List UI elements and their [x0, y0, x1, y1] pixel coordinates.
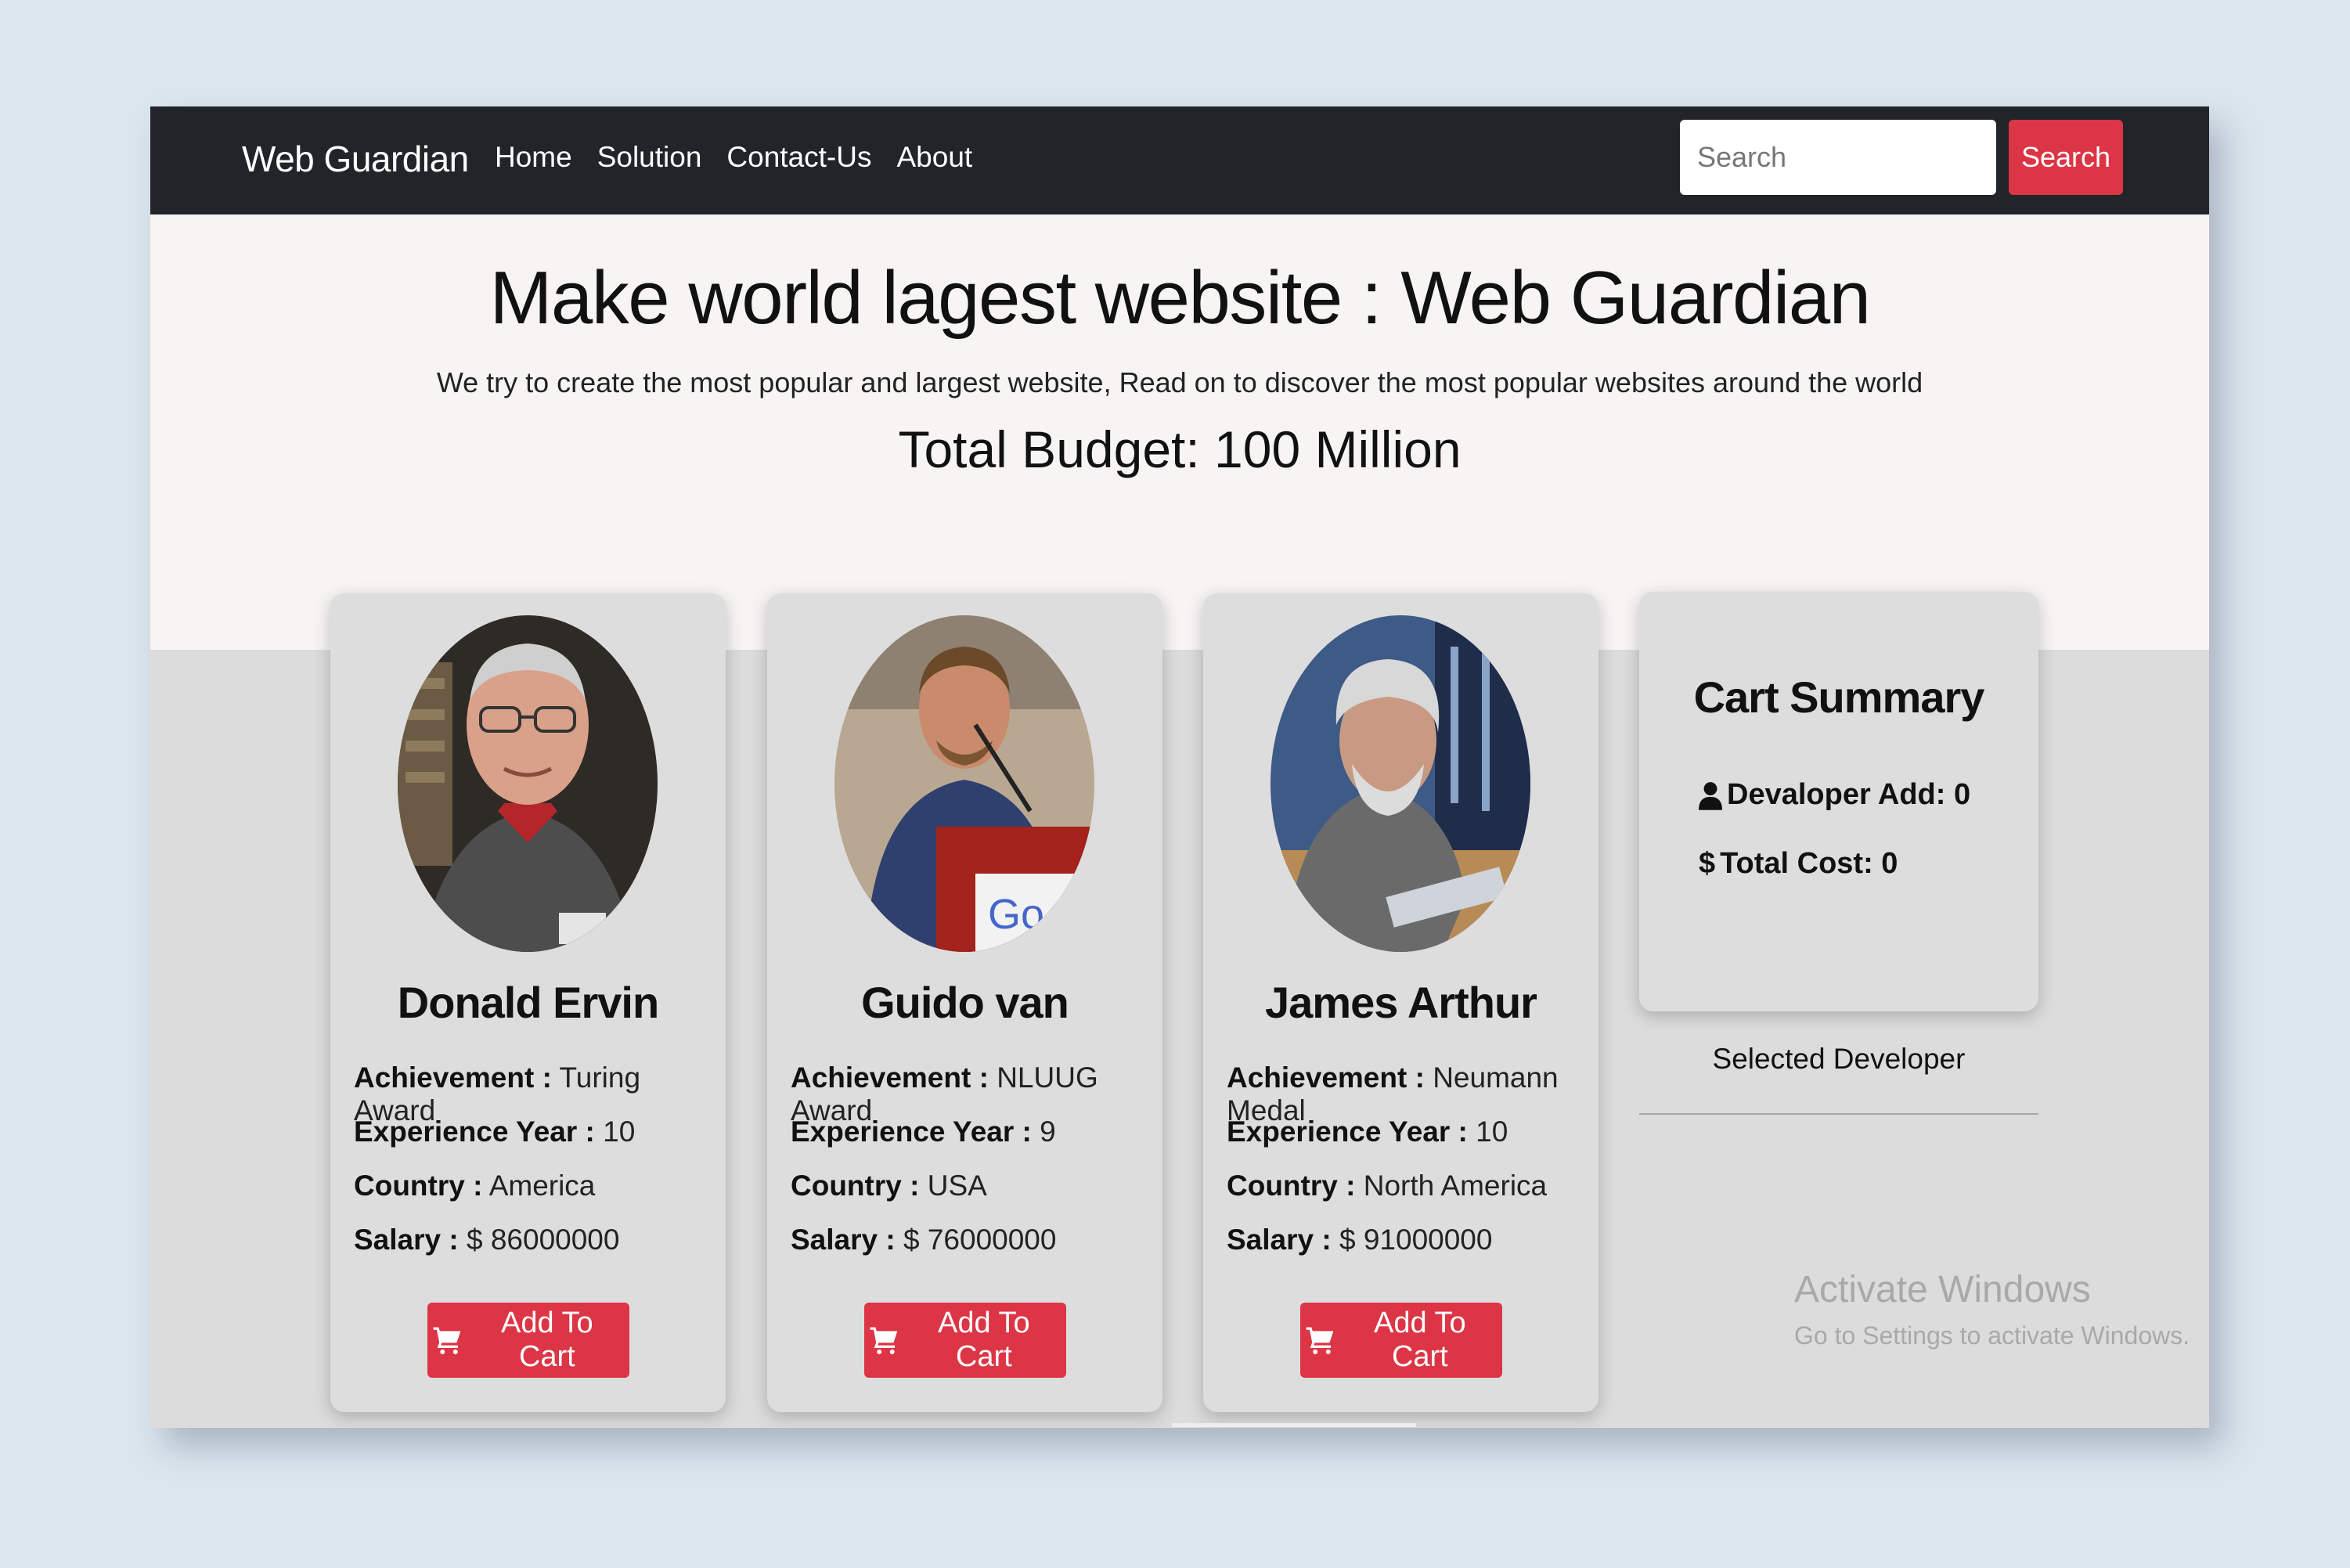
total-cost-text: Total Cost: 0 [1720, 847, 1898, 880]
developer-card: Donald Ervin Achievement : Turing Award … [330, 593, 726, 1412]
brand-logo[interactable]: Web Guardian [242, 138, 469, 180]
shopping-cart-icon [433, 1327, 461, 1354]
developer-experience: Experience Year : 10 [354, 1116, 635, 1148]
developer-salary: Salary : $ 76000000 [791, 1224, 1056, 1256]
developer-salary: Salary : $ 86000000 [354, 1224, 619, 1256]
salary-value: $ 86000000 [466, 1224, 620, 1256]
add-to-cart-label: Add To Cart [1374, 1307, 1466, 1373]
developer-photo [398, 615, 658, 952]
salary-label: Salary : [354, 1224, 459, 1256]
hero-subtitle: We try to create the most popular and la… [436, 366, 1923, 398]
country-value: North America [1363, 1170, 1548, 1202]
developer-name: James Arthur [1265, 978, 1537, 1027]
experience-value: 10 [603, 1116, 636, 1148]
cart-summary-panel: Cart Summary Devaloper Add: 0 $ Total Co… [1639, 592, 2038, 1011]
developer-card: James Arthur Achievement : Neumann Medal… [1203, 593, 1599, 1412]
search-button[interactable]: Search [2009, 120, 2123, 195]
developer-count-text: Devaloper Add: 0 [1727, 778, 1971, 811]
horizontal-scrollbar[interactable] [1172, 1423, 1416, 1427]
developer-photo-image: Go [834, 615, 1094, 952]
total-budget: Total Budget: 100 Million [898, 420, 1462, 478]
developer-experience: Experience Year : 9 [791, 1116, 1056, 1148]
experience-value: 10 [1476, 1116, 1508, 1148]
nav-link-contact-us[interactable]: Contact-Us [726, 141, 871, 174]
add-to-cart-button[interactable]: Add To Cart [427, 1303, 629, 1378]
developer-photo: Go [834, 615, 1094, 952]
developer-count: Devaloper Add: 0 [1699, 778, 1970, 812]
developer-name: Guido van [861, 978, 1069, 1027]
achievement-label: Achievement : [791, 1062, 989, 1094]
add-to-cart-label: Add To Cart [501, 1307, 593, 1373]
developer-card: Go Guido van Achievement : NLUUG Award E… [767, 593, 1162, 1412]
developer-country: Country : America [354, 1170, 595, 1202]
page-title: Make world lagest website : Web Guardian [489, 256, 1871, 340]
navbar: Web Guardian Home Solution Contact-Us Ab… [150, 106, 2209, 214]
country-label: Country : [791, 1170, 920, 1202]
divider [1639, 1113, 2038, 1115]
shopping-cart-icon [1306, 1327, 1334, 1354]
developer-name: Donald Ervin [397, 978, 659, 1027]
selected-developer-heading: Selected Developer [1712, 1043, 1966, 1075]
experience-label: Experience Year : [791, 1116, 1032, 1148]
browser-viewport: Web Guardian Home Solution Contact-Us Ab… [150, 106, 2209, 1428]
country-label: Country : [354, 1170, 483, 1202]
add-to-cart-label: Add To Cart [938, 1307, 1030, 1373]
developer-country: Country : USA [791, 1170, 987, 1202]
achievement-label: Achievement : [1227, 1062, 1425, 1094]
nav-links: Home Solution Contact-Us About [495, 141, 972, 174]
activate-windows-title: Activate Windows [1794, 1269, 2091, 1310]
nav-link-about[interactable]: About [896, 141, 972, 174]
experience-label: Experience Year : [354, 1116, 595, 1148]
developer-salary: Salary : $ 91000000 [1227, 1224, 1492, 1256]
add-to-cart-button[interactable]: Add To Cart [1300, 1303, 1502, 1378]
salary-value: $ 91000000 [1339, 1224, 1493, 1256]
hero-banner: Make world lagest website : Web Guardian… [150, 214, 2209, 650]
activate-windows-subtitle: Go to Settings to activate Windows. [1794, 1321, 2190, 1350]
user-icon [1699, 781, 1722, 810]
experience-value: 9 [1040, 1116, 1056, 1148]
cart-summary-title: Cart Summary [1693, 672, 1985, 722]
country-label: Country : [1227, 1170, 1356, 1202]
add-to-cart-button[interactable]: Add To Cart [864, 1303, 1066, 1378]
dollar-icon: $ [1699, 847, 1716, 880]
shopping-cart-icon [870, 1327, 898, 1354]
nav-link-solution[interactable]: Solution [597, 141, 702, 174]
search-input[interactable] [1680, 120, 1996, 195]
total-cost: $ Total Cost: 0 [1699, 847, 1898, 881]
salary-value: $ 76000000 [903, 1224, 1057, 1256]
experience-label: Experience Year : [1227, 1116, 1468, 1148]
achievement-label: Achievement : [354, 1062, 552, 1094]
developer-photo-image [398, 615, 658, 952]
salary-label: Salary : [1227, 1224, 1332, 1256]
nav-link-home[interactable]: Home [495, 141, 572, 174]
developer-photo-image [1271, 615, 1530, 952]
developer-photo [1271, 615, 1530, 952]
developer-experience: Experience Year : 10 [1227, 1116, 1508, 1148]
salary-label: Salary : [791, 1224, 896, 1256]
country-value: USA [927, 1170, 987, 1202]
country-value: America [488, 1170, 596, 1202]
svg-text:Go: Go [988, 891, 1044, 938]
developer-country: Country : North America [1227, 1170, 1547, 1202]
